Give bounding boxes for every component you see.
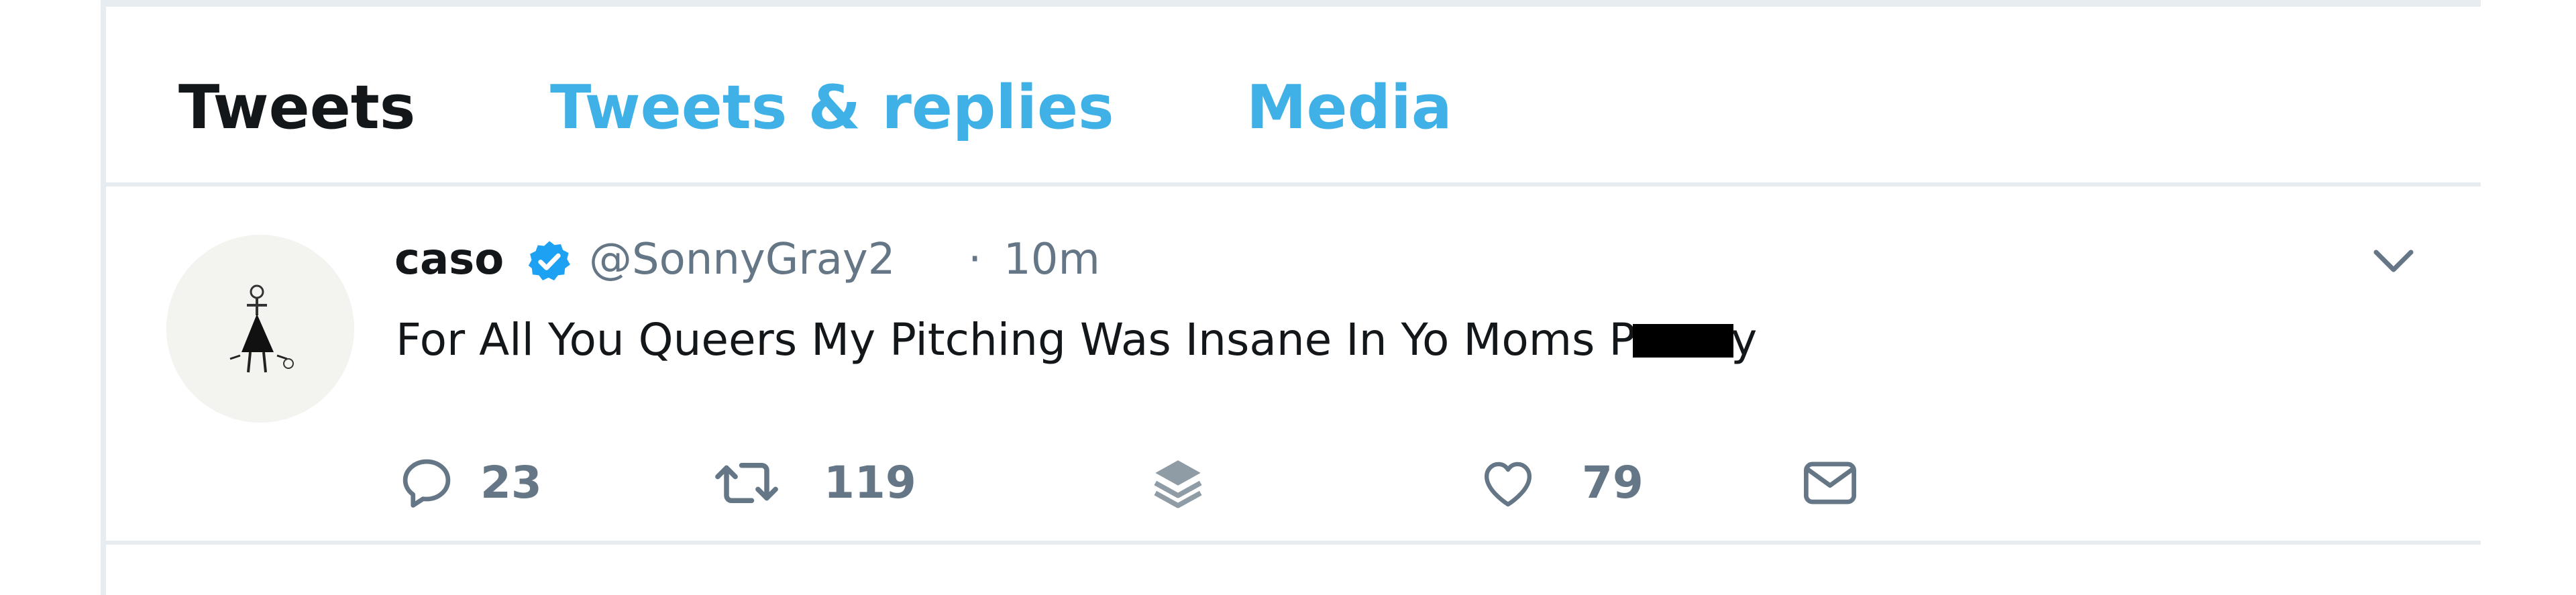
redaction-bar (1633, 324, 1734, 358)
tab-tweets-and-replies[interactable]: Tweets & replies (550, 72, 1114, 143)
display-name[interactable]: caso (394, 235, 504, 284)
verified-badge-icon (528, 241, 570, 280)
tweet-text: For All You Queers My Pitching Was Insan… (396, 314, 1757, 366)
profile-tabs: Tweets Tweets & replies Media (106, 40, 2481, 188)
tweet-timestamp[interactable]: 10m (1004, 235, 1100, 284)
avatar[interactable] (166, 235, 354, 423)
avatar-figure-icon (166, 235, 354, 423)
chevron-down-icon[interactable] (2367, 241, 2420, 282)
like-button[interactable]: 79 (1474, 446, 1676, 520)
tab-tweets[interactable]: Tweets (178, 72, 415, 143)
layers-icon (1154, 460, 1202, 508)
header-separator: · (968, 235, 982, 284)
tweet-item[interactable]: caso @SonnyGray2 · 10m For All You Queer… (106, 188, 2481, 543)
reply-count: 23 (480, 457, 542, 508)
retweet-button[interactable]: 119 (710, 446, 951, 520)
envelope-icon (1804, 462, 1856, 504)
tab-media[interactable]: Media (1246, 72, 1452, 143)
tweet-actions: 23 119 79 (394, 446, 1870, 527)
tabs-divider (106, 182, 2481, 186)
direct-message-button[interactable] (1796, 446, 1870, 520)
user-handle[interactable]: @SonnyGray2 (589, 235, 896, 284)
retweet-count: 119 (824, 457, 916, 508)
stack-button[interactable] (1146, 446, 1220, 520)
tweet-text-end: y (1731, 314, 1758, 366)
reply-icon (402, 459, 451, 508)
tweet-text-start: For All You Queers My Pitching Was Insan… (396, 314, 1636, 366)
heart-icon (1484, 462, 1532, 507)
bottom-divider (106, 541, 2481, 545)
retweet-icon (715, 463, 778, 503)
top-divider (106, 0, 2481, 7)
like-count: 79 (1582, 457, 1644, 508)
reply-button[interactable]: 23 (394, 446, 582, 520)
profile-timeline-panel: Tweets Tweets & replies Media caso @Sonn… (101, 0, 2481, 595)
